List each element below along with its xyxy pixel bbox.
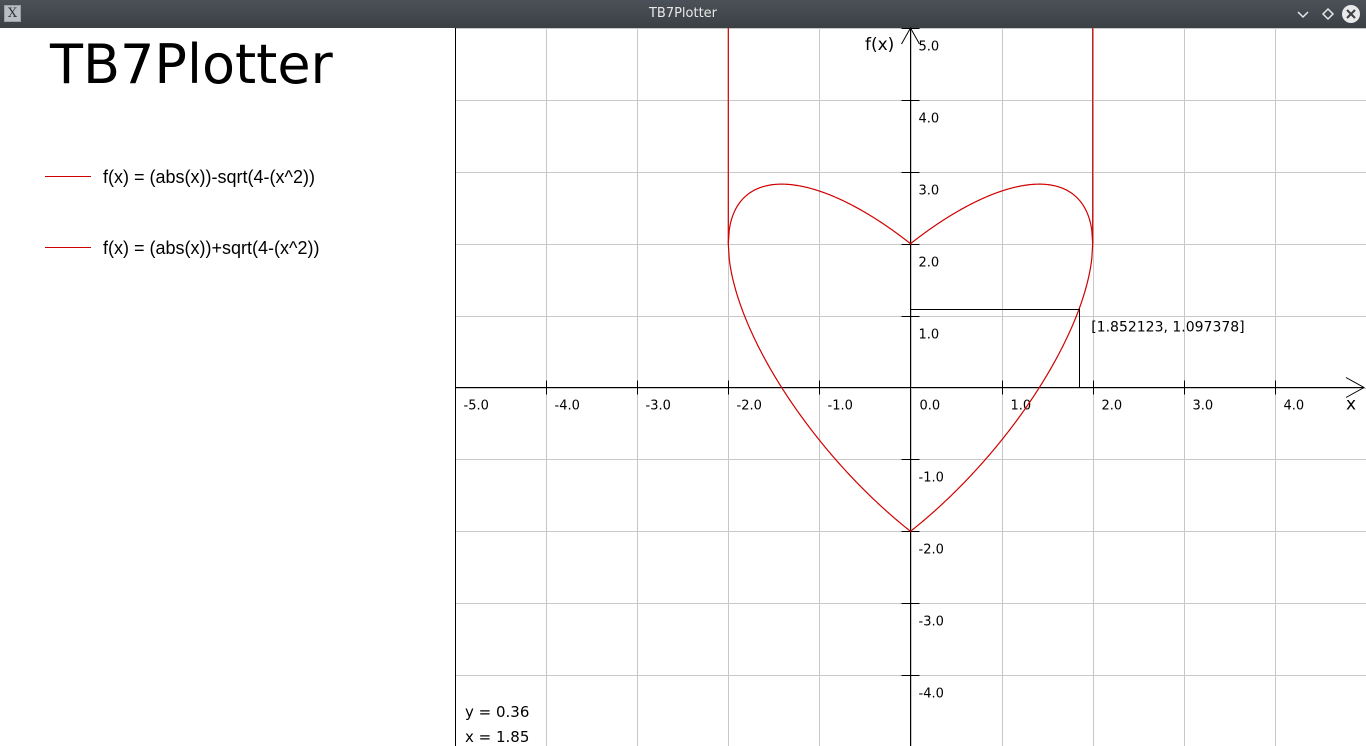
- cursor-x-readout: x = 1.85: [465, 728, 530, 746]
- x-tick-label: 0.0: [920, 399, 941, 414]
- x-tick-label: -2.0: [737, 399, 762, 414]
- x-tick-label: 1.0: [1011, 399, 1032, 414]
- point-marker: [1.852123, 1.097378]: [910, 308, 1245, 388]
- x-tick-label: 4.0: [1284, 399, 1305, 414]
- x-tick-label: -4.0: [555, 399, 580, 414]
- x-tick-label: -3.0: [646, 399, 671, 414]
- x-axis-label: x: [1346, 395, 1356, 415]
- y-axis-label: f(x): [865, 35, 894, 55]
- axes: [455, 26, 1366, 746]
- tick-labels: -5.0 -4.0 -3.0 -2.0 -1.0 0.0 1.0 2.0 3.0 4.0 5.0 4.…: [464, 40, 1305, 702]
- y-tick-label: 3.0: [919, 184, 940, 199]
- x-tick-label: 2.0: [1102, 399, 1123, 414]
- cursor-y-readout: y = 0.36: [465, 703, 530, 721]
- y-tick-label: 1.0: [919, 328, 940, 343]
- x-tick-label: -5.0: [464, 399, 489, 414]
- y-tick-label: -4.0: [919, 687, 944, 702]
- y-tick-label: 5.0: [919, 40, 940, 55]
- plot-area[interactable]: -5.0 -4.0 -3.0 -2.0 -1.0 0.0 1.0 2.0 3.0 4.0 5.0 4.…: [0, 0, 1366, 746]
- y-tick-label: -3.0: [919, 615, 944, 630]
- y-tick-label: 2.0: [919, 256, 940, 271]
- x-tick-label: -1.0: [828, 399, 853, 414]
- marker-coordinate-label: [1.852123, 1.097378]: [1091, 320, 1244, 336]
- y-tick-label: -2.0: [919, 543, 944, 558]
- y-tick-label: -1.0: [919, 471, 944, 486]
- y-tick-label: 4.0: [919, 112, 940, 127]
- x-tick-label: 3.0: [1193, 399, 1214, 414]
